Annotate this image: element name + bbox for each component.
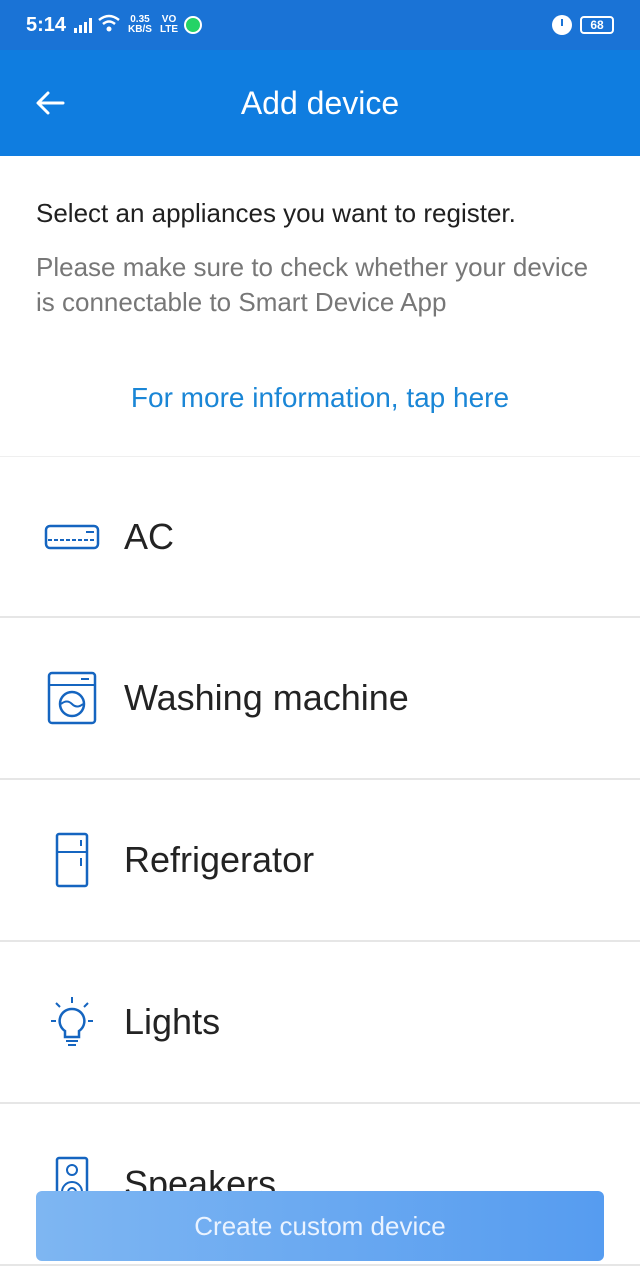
- device-label: Washing machine: [124, 677, 409, 718]
- volte-indicator: VO LTE: [160, 15, 178, 35]
- wifi-icon: [98, 14, 120, 37]
- network-speed: 0.35 KB/S: [128, 15, 152, 35]
- app-bar: Add device: [0, 50, 640, 156]
- device-label: AC: [124, 515, 175, 557]
- light-bulb-icon: [42, 992, 102, 1052]
- washing-machine-icon: [42, 668, 102, 728]
- device-list: AC Washing machine Refrigerator Lights S…: [0, 456, 640, 1266]
- alarm-icon: [552, 15, 572, 35]
- status-right: 68: [552, 15, 614, 35]
- device-label: Refrigerator: [124, 839, 315, 880]
- intro-section: Select an appliances you want to registe…: [36, 196, 606, 320]
- device-item-ac[interactable]: AC: [0, 456, 640, 618]
- volte-bottom: LTE: [159, 24, 179, 35]
- device-label: Lights: [124, 1001, 221, 1042]
- status-time: 5:14: [26, 13, 67, 36]
- intro-text: Please make sure to check whether your d…: [36, 252, 589, 317]
- ac-icon: [42, 507, 102, 567]
- intro-heading: Select an appliances you want to registe…: [36, 198, 516, 228]
- device-item-lights[interactable]: Lights: [0, 942, 640, 1104]
- back-button[interactable]: [30, 86, 70, 120]
- back-arrow-icon: [36, 91, 65, 115]
- status-bar: 5:14 0.35 KB/S VO LTE 68: [0, 0, 640, 50]
- device-item-washing-machine[interactable]: Washing machine: [0, 618, 640, 780]
- more-info-link[interactable]: For more information, tap here: [0, 382, 640, 414]
- refrigerator-icon: [42, 830, 102, 890]
- whatsapp-icon: [184, 16, 203, 34]
- create-custom-device-button[interactable]: Create custom device: [36, 1191, 604, 1261]
- signal-icon: [74, 17, 93, 33]
- battery-icon: 68: [580, 16, 614, 34]
- speed-unit: KB/S: [128, 24, 152, 35]
- page-title: Add device: [240, 84, 400, 121]
- device-item-refrigerator[interactable]: Refrigerator: [0, 780, 640, 942]
